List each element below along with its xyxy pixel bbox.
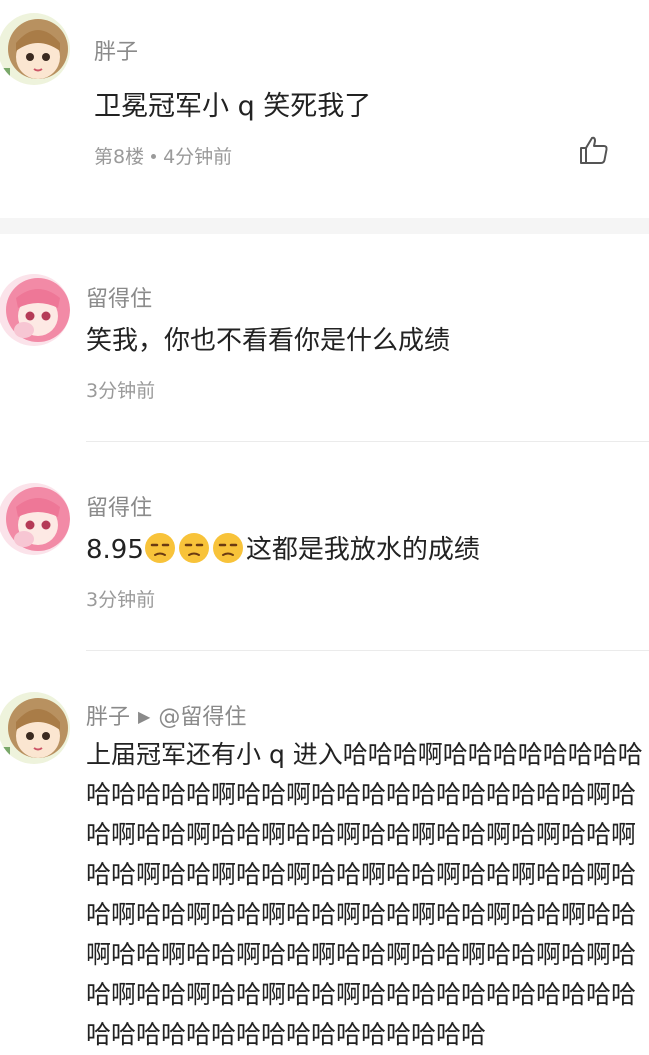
- reply-username[interactable]: 留得住: [86, 490, 152, 522]
- comment-content: 卫冕冠军小 q 笑死我了: [94, 91, 372, 122]
- reply-content: 上届冠军还有小 q 进入哈哈哈啊哈哈哈哈哈哈哈哈哈哈哈哈哈啊哈哈啊哈哈哈哈哈哈哈…: [86, 740, 643, 1049]
- thumbs-up-icon: [580, 136, 608, 164]
- avatar-pangzi[interactable]: [0, 13, 70, 85]
- avatar-pangzi[interactable]: [0, 692, 70, 764]
- avatar-liudezhu[interactable]: [0, 483, 70, 555]
- reply-header: 胖子 ▶ @留得住: [86, 699, 246, 731]
- reply-time: 3分钟前: [86, 380, 156, 402]
- comment-username[interactable]: 胖子: [94, 34, 138, 66]
- avatar-liudezhu[interactable]: [0, 274, 70, 346]
- reply-username[interactable]: 留得住: [86, 281, 152, 313]
- reply-arrow-icon: ▶: [138, 707, 151, 726]
- reply-to-mention[interactable]: @留得住: [158, 705, 246, 730]
- reply-divider: [86, 650, 649, 651]
- like-button[interactable]: [578, 134, 610, 166]
- unamused-face-icon: [144, 533, 175, 563]
- comment-meta: 第8楼 4分钟前: [94, 142, 232, 169]
- reply-divider: [86, 441, 649, 442]
- unamused-face-icon: [178, 533, 209, 563]
- floor-number: 第8楼: [94, 146, 145, 168]
- separator-dot: [151, 154, 157, 159]
- reply-content: 8.95 这都是我放水的成绩: [86, 529, 480, 566]
- reply-time: 3分钟前: [86, 589, 156, 611]
- reply-content: 笑我，你也不看看你是什么成绩: [86, 326, 451, 356]
- reply-content-suffix: 这都是我放水的成绩: [245, 535, 480, 565]
- reply-content-prefix: 8.95: [86, 535, 144, 565]
- unamused-face-icon: [212, 533, 243, 563]
- comment-time: 4分钟前: [163, 146, 233, 168]
- reply-username[interactable]: 胖子: [86, 705, 130, 730]
- section-separator: [0, 218, 649, 234]
